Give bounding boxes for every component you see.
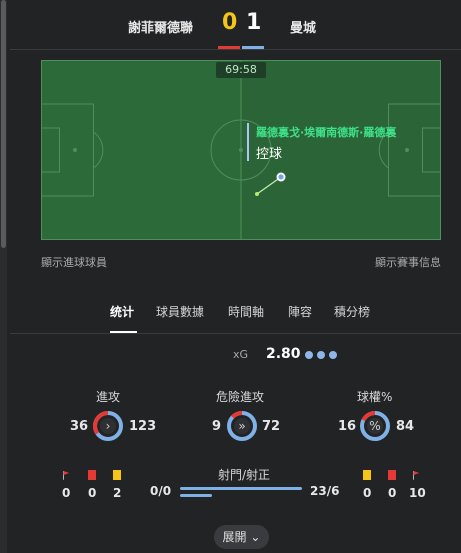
attacks-ring: › — [92, 410, 124, 442]
red-card-icon — [388, 470, 396, 480]
home-score: 0 — [222, 10, 238, 35]
home-red-cards: 0 — [88, 486, 97, 500]
attacks-home: 36 — [70, 419, 89, 434]
away-team-name: 曼城 — [290, 21, 317, 36]
possession-title: 球權% — [357, 390, 393, 404]
tab-lineup[interactable]: 陣容 — [288, 303, 312, 320]
pitch — [41, 60, 441, 240]
yellow-card-icon — [363, 470, 371, 480]
dangerous-attacks-ring: » — [226, 410, 258, 442]
shots-on-target-bar — [180, 494, 212, 497]
dangerous-attacks-title: 危險進攻 — [216, 390, 265, 404]
tab-stats[interactable]: 统计 — [110, 303, 134, 320]
expand-label: 展開 — [222, 530, 247, 544]
xg-dot — [305, 351, 313, 359]
red-card-icon — [88, 470, 96, 480]
dangerous-attacks-home: 9 — [212, 419, 222, 434]
scrollbar-thumb[interactable] — [1, 0, 6, 248]
tab-bar: 统计 球員數據 時間軸 陣容 積分榜 — [10, 290, 461, 334]
yellow-card-icon — [113, 470, 121, 480]
xg-value: 2.80 — [266, 346, 301, 362]
active-tab-indicator — [110, 331, 137, 333]
show-info-link[interactable]: 顯示賽事信息 — [375, 254, 441, 270]
player-name: 羅德裏戈·埃爾南德斯·羅德裏 — [256, 126, 397, 139]
possession-indicator — [247, 123, 249, 161]
expand-button[interactable]: 展開 ⌄ — [214, 525, 269, 549]
corner-flag-icon — [63, 471, 70, 480]
attacks-title: 進攻 — [96, 390, 121, 404]
chevron-down-icon: ⌄ — [250, 530, 261, 544]
triple-chevron-icon: » — [238, 419, 246, 433]
pass-origin-dot — [255, 192, 259, 196]
possession-home: 16 — [338, 419, 357, 434]
action-label: 控球 — [256, 147, 283, 162]
tab-player-data[interactable]: 球員數據 — [156, 303, 204, 320]
match-clock: 69:58 — [216, 62, 266, 78]
corner-flag-icon — [413, 471, 420, 480]
home-team-name: 謝菲爾德聯 — [128, 21, 194, 36]
away-color-bar — [242, 46, 264, 49]
possession-away: 84 — [396, 419, 415, 434]
chevron-right-icon: › — [105, 419, 111, 433]
shots-home: 0/0 — [150, 484, 172, 498]
dangerous-attacks-away: 72 — [262, 419, 281, 434]
home-yellow-cards: 2 — [113, 486, 122, 500]
away-score: 1 — [246, 10, 262, 35]
possession-ring: % — [359, 410, 391, 442]
xg-dot — [317, 351, 325, 359]
tab-timeline[interactable]: 時間軸 — [228, 303, 264, 320]
home-color-bar — [218, 46, 240, 49]
xg-dot — [329, 351, 337, 359]
percent-icon: % — [369, 419, 381, 433]
attacks-away: 123 — [129, 419, 157, 434]
show-scorers-link[interactable]: 顯示進球球員 — [41, 254, 107, 270]
shots-away: 23/6 — [310, 484, 340, 498]
shots-away-bar — [180, 487, 302, 490]
shots-title: 射門/射正 — [218, 468, 271, 482]
xg-label: xG — [233, 348, 249, 361]
away-red-cards: 0 — [388, 486, 397, 500]
away-corners: 10 — [409, 486, 426, 500]
pitch-lines — [41, 60, 441, 240]
scrollbar[interactable] — [0, 0, 7, 553]
away-yellow-cards: 0 — [363, 486, 372, 500]
home-corners: 0 — [62, 486, 71, 500]
tab-standings[interactable]: 積分榜 — [334, 303, 370, 320]
